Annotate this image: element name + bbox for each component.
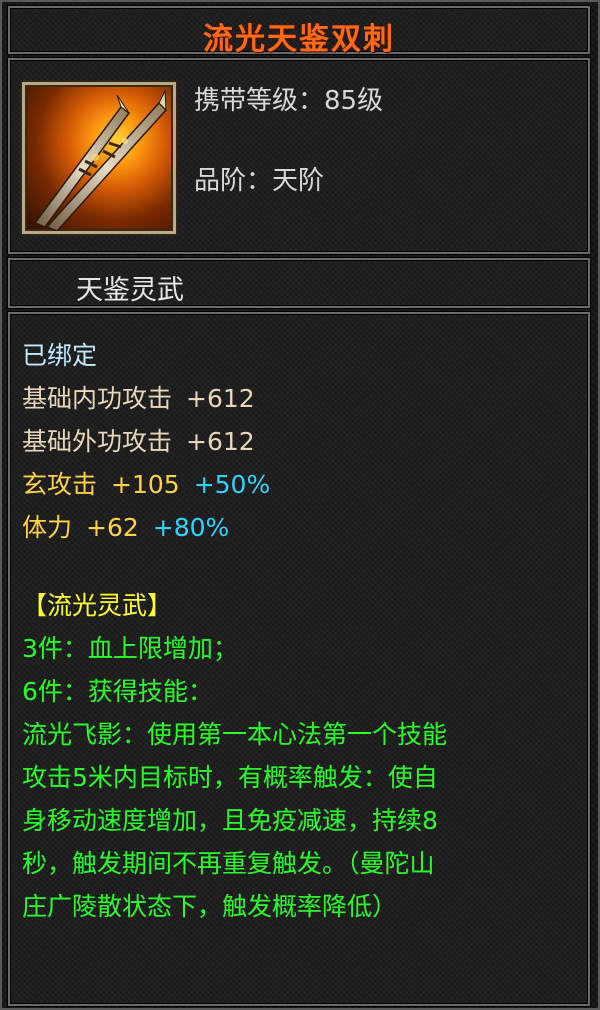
set-name: 【流光灵武】 (22, 591, 173, 620)
set-bonus-6: 6件：获得技能： (22, 677, 213, 706)
set-skill-desc-line: 攻击5米内目标时，有概率触发：使自 (22, 763, 438, 792)
stat-bonus: +50% (193, 470, 271, 499)
carry-level-label: 携带等级： (194, 86, 325, 116)
set-skill-desc-line: 身移动速度增加，且免疫减速，持续8 (22, 806, 438, 835)
stat-stamina: 体力 +62 +80% (22, 512, 229, 544)
set-skill-desc-line: 流光飞影：使用第一本心法第一个技能 (22, 720, 448, 749)
item-category: 天鉴灵武 (76, 275, 184, 306)
stat-value: +105 (111, 470, 180, 499)
grade-label: 品阶： (194, 166, 273, 196)
stat-base-external: 基础外功攻击 +612 (22, 426, 255, 458)
stat-label: 基础外功攻击 (22, 427, 173, 456)
twin-daggers-icon (22, 82, 176, 234)
stats-panel: 已绑定 基础内功攻击 +612 基础外功攻击 +612 玄攻击 +105 +50% 体力… (8, 312, 590, 1006)
stat-label: 玄攻击 (22, 470, 98, 499)
stat-base-internal: 基础内功攻击 +612 (22, 383, 255, 415)
carry-level-value: 85级 (324, 86, 384, 116)
stat-label: 体力 (22, 513, 73, 542)
stat-bonus: +80% (152, 513, 230, 542)
stat-label: 基础内功攻击 (22, 384, 173, 413)
item-name: 流光天鉴双刺 (203, 22, 395, 57)
set-skill-desc-line: 秒，触发期间不再重复触发。（曼陀山 (22, 849, 435, 878)
stat-xuan-attack: 玄攻击 +105 +50% (22, 469, 270, 501)
title-bar: 流光天鉴双刺 (8, 6, 590, 57)
bound-status: 已绑定 (22, 341, 98, 370)
stat-value: +62 (86, 513, 139, 542)
item-grade: 品阶：天阶 (194, 160, 324, 197)
set-bonus-3: 3件：血上限增加； (22, 634, 238, 663)
set-skill-desc-line: 庄广陵散状态下，触发概率降低） (22, 892, 398, 921)
carry-level: 携带等级：85级 (194, 80, 383, 117)
grade-value: 天阶 (272, 166, 325, 196)
item-tooltip: 流光天鉴双刺 携带等级：85级 品阶：天阶 天鉴灵武 已绑定 基础内功攻击 +6… (0, 0, 600, 1010)
item-info-panel: 携带等级：85级 品阶：天阶 (8, 58, 590, 254)
stat-value: +612 (186, 384, 255, 413)
category-bar: 天鉴灵武 (8, 258, 590, 308)
stat-value: +612 (186, 427, 255, 456)
